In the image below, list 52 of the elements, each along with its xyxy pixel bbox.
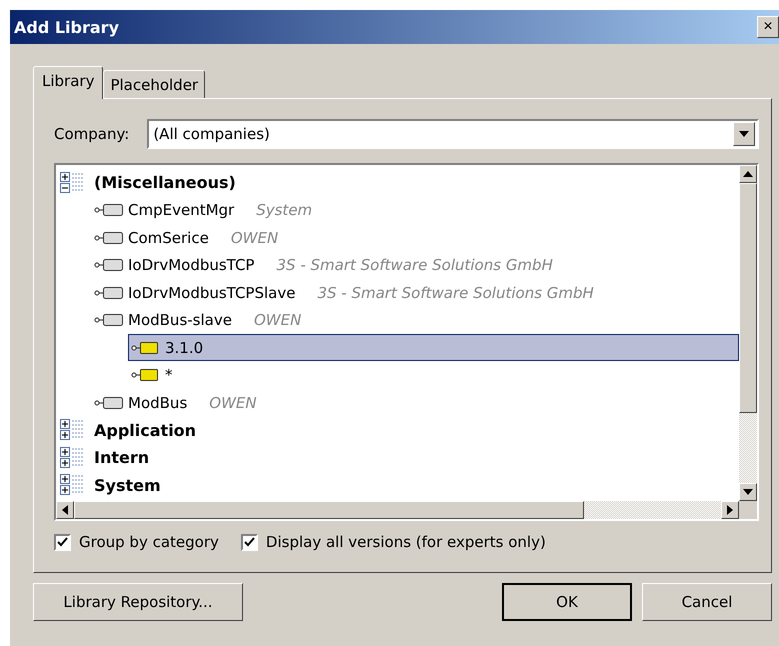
vendor-name: 3S - Smart Software Solutions GmbH (276, 256, 553, 274)
company-label: Company: (54, 125, 130, 143)
expand-icon[interactable] (60, 474, 86, 496)
scroll-right-icon[interactable] (721, 501, 739, 519)
library-name[interactable]: ModBus (128, 394, 188, 412)
scroll-thumb[interactable] (74, 501, 584, 519)
vendor-name: 3S - Smart Software Solutions GmbH (317, 284, 594, 302)
version-row[interactable]: 3.1.0 (128, 334, 739, 362)
ok-button[interactable]: OK (502, 583, 632, 621)
window-title: Add Library (14, 18, 119, 36)
scroll-left-icon[interactable] (56, 501, 74, 519)
category-label[interactable]: (Miscellaneous) (94, 173, 236, 192)
checkbox-label[interactable]: Display all versions (for experts only) (266, 533, 546, 551)
scroll-up-icon[interactable] (739, 165, 757, 183)
version-icon (131, 369, 159, 382)
close-button[interactable]: × (757, 16, 779, 38)
tab[interactable]: Library (33, 66, 104, 99)
vertical-scrollbar[interactable] (739, 165, 757, 501)
category-label[interactable]: Application (94, 420, 196, 440)
library-icon (94, 230, 124, 245)
library-name[interactable]: ComSerice (128, 228, 209, 247)
company-dropdown[interactable]: (All companies) (147, 119, 759, 149)
library-name[interactable]: IoDrvModbusTCP (128, 256, 254, 274)
library-icon (94, 258, 124, 272)
library-icon (94, 396, 124, 410)
expand-icon[interactable] (60, 172, 86, 194)
scroll-thumb[interactable] (739, 183, 757, 413)
version-row[interactable]: * (128, 362, 739, 389)
expand-icon[interactable] (60, 419, 86, 442)
checkbox[interactable] (240, 534, 258, 550)
repository-button[interactable]: Library Repository... (33, 583, 243, 621)
vendor-name: OWEN (209, 394, 257, 412)
vendor-name: System (256, 201, 312, 220)
category-label[interactable]: System (94, 476, 161, 495)
tab[interactable]: Placeholder (103, 70, 206, 98)
vendor-name: OWEN (230, 228, 278, 247)
expand-icon[interactable] (60, 446, 86, 469)
cancel-button[interactable]: Cancel (642, 583, 772, 621)
library-icon (94, 313, 124, 328)
version-icon (131, 342, 159, 354)
library-name[interactable]: CmpEventMgr (128, 201, 234, 220)
horizontal-scrollbar[interactable] (56, 501, 757, 519)
library-name[interactable]: IoDrvModbusTCPSlave (128, 284, 296, 302)
scrollbar-corner (739, 501, 757, 519)
library-name[interactable]: ModBus-slave (128, 311, 232, 330)
checkbox-label[interactable]: Group by category (79, 533, 219, 551)
checkbox[interactable] (54, 534, 71, 550)
scroll-down-icon[interactable] (739, 483, 757, 501)
category-label[interactable]: Intern (94, 448, 150, 468)
library-icon (94, 286, 124, 300)
vendor-name: OWEN (254, 311, 302, 330)
library-icon (94, 203, 124, 218)
